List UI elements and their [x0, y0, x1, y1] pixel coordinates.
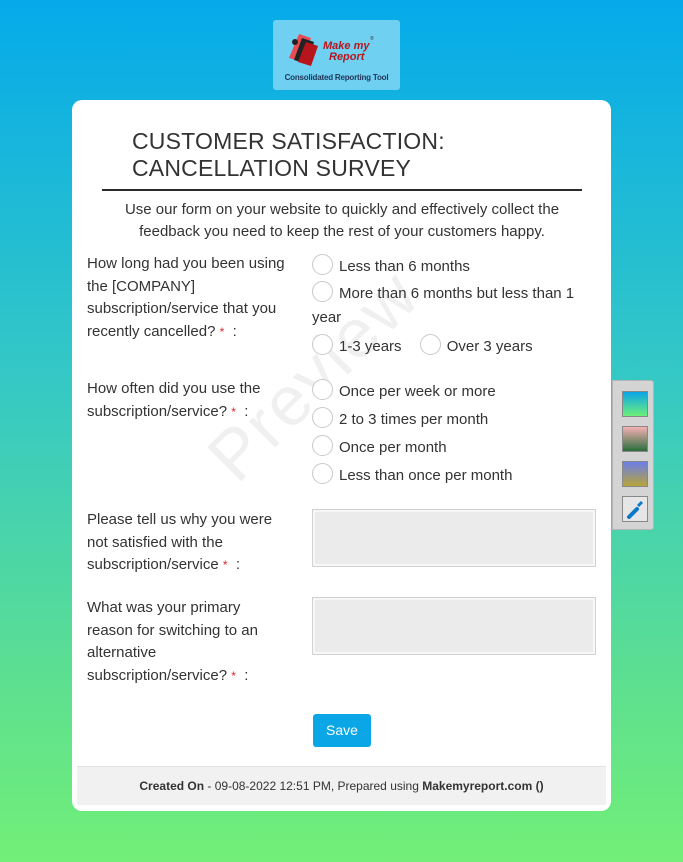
option-once-per-month[interactable]: Once per month: [312, 435, 602, 460]
option-2-3-times-per-month[interactable]: 2 to 3 times per month: [312, 407, 602, 432]
option-1-3-years[interactable]: 1-3 years: [312, 334, 402, 359]
question-2-options: Once per week or more 2 to 3 times per m…: [312, 376, 602, 491]
option-less-than-6-months[interactable]: Less than 6 months: [312, 254, 602, 279]
question-4-colon: :: [244, 666, 249, 684]
required-mark: *: [219, 324, 225, 339]
form-title: CUSTOMER SATISFACTION: CANCELLATION SURV…: [132, 128, 445, 181]
title-divider: [102, 189, 582, 191]
option-label: Once per month: [339, 439, 447, 456]
question-1-options: Less than 6 months More than 6 months bu…: [312, 252, 602, 361]
option-label: Once per week or more: [339, 383, 496, 400]
required-mark: *: [231, 404, 236, 419]
logo-tagline: Consolidated Reporting Tool: [284, 73, 389, 82]
logo-text-report: Report: [329, 51, 365, 63]
radio-icon[interactable]: [312, 334, 333, 355]
option-6-months-to-1-year[interactable]: More than 6 months but less than 1 year: [312, 281, 602, 330]
question-1-label: How long had you been using the [COMPANY…: [87, 253, 287, 343]
radio-icon[interactable]: [312, 379, 333, 400]
dissatisfaction-reason-textarea[interactable]: [312, 509, 596, 567]
save-button[interactable]: Save: [313, 714, 371, 747]
question-3-colon: :: [235, 556, 241, 573]
required-mark: *: [231, 668, 236, 683]
radio-icon[interactable]: [312, 463, 333, 484]
question-1-colon: :: [232, 322, 237, 340]
form-intro: Use our form on your website to quickly …: [124, 201, 560, 240]
survey-card: Preview CUSTOMER SATISFACTION: CANCELLAT…: [72, 100, 611, 811]
footer-created-label: Created On: [139, 779, 205, 793]
option-once-per-week[interactable]: Once per week or more: [312, 379, 602, 404]
question-4-label: What was your primary reason for switchi…: [87, 597, 287, 687]
option-label: Over 3 years: [446, 338, 533, 355]
radio-icon[interactable]: [312, 254, 333, 275]
logo: Make my ® Report Consolidated Reporting …: [273, 20, 400, 90]
option-label: More than 6 months but less than 1 year: [312, 285, 575, 326]
question-3-text: Please tell us why you were not satisfie…: [87, 511, 273, 573]
question-2-label: How often did you use the subscription/s…: [87, 378, 287, 423]
logo-trademark: ®: [370, 36, 374, 42]
option-over-3-years[interactable]: Over 3 years: [419, 334, 533, 359]
footer-created-text: - 09-08-2022 12:51 PM, Prepared using: [204, 779, 423, 793]
option-less-than-once-per-month[interactable]: Less than once per month: [312, 463, 602, 488]
theme-switcher-panel: [612, 380, 654, 530]
theme-swatch-blue-green[interactable]: [622, 391, 648, 417]
option-label: Less than once per month: [339, 467, 513, 484]
switching-reason-textarea[interactable]: [312, 597, 596, 655]
theme-swatch-blue-olive[interactable]: [622, 461, 648, 487]
radio-icon[interactable]: [312, 407, 333, 428]
radio-icon[interactable]: [312, 435, 333, 456]
required-mark: *: [222, 558, 228, 572]
radio-icon[interactable]: [312, 281, 333, 302]
question-2-colon: :: [244, 402, 249, 420]
theme-swatch-pink-green[interactable]: [622, 426, 648, 452]
option-label: 1-3 years: [339, 338, 402, 355]
option-row: 1-3 years Over 3 years: [312, 334, 602, 359]
option-label: 2 to 3 times per month: [339, 411, 489, 428]
question-3-label: Please tell us why you were not satisfie…: [87, 509, 287, 577]
question-1-text: How long had you been using the [COMPANY…: [87, 255, 285, 340]
footer: Created On - 09-08-2022 12:51 PM, Prepar…: [77, 766, 606, 805]
radio-icon[interactable]: [419, 334, 441, 355]
option-label: Less than 6 months: [339, 258, 470, 275]
color-picker-button[interactable]: [622, 496, 648, 522]
eyedropper-icon: [627, 501, 643, 519]
footer-brand: Makemyreport.com (): [422, 779, 544, 793]
report-logo-icon: [289, 34, 318, 66]
